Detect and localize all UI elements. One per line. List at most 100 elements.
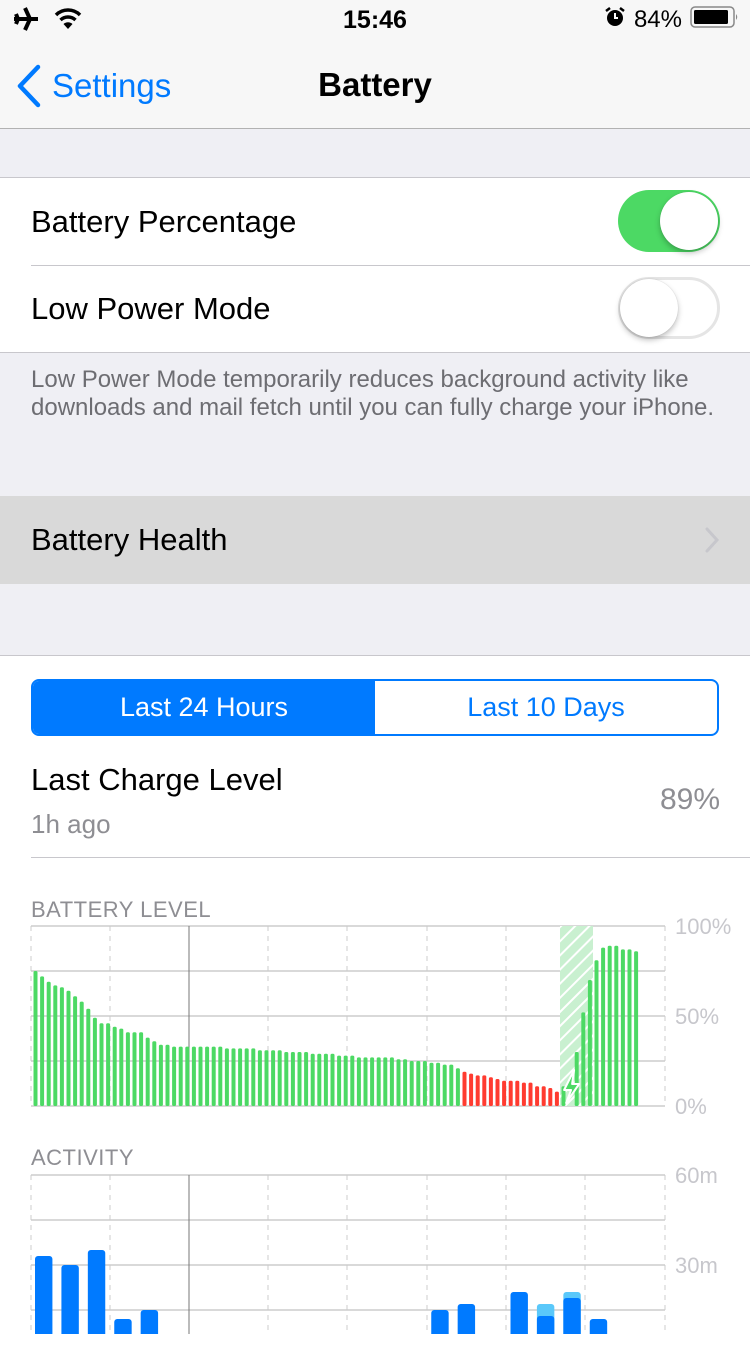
battery-level-bar [449, 1064, 454, 1106]
battery-level-bar [429, 1062, 434, 1106]
low-power-mode-label: Low Power Mode [31, 290, 271, 326]
battery-level-bar [587, 980, 592, 1106]
battery-level-bar [152, 1041, 157, 1106]
toggle-knob [660, 192, 718, 250]
battery-level-bar [541, 1086, 546, 1106]
status-bar: 15:46 84% [0, 0, 750, 40]
battery-percent-text: 84% [633, 5, 682, 33]
battery-level-bar [112, 1026, 117, 1106]
battery-level-bar [317, 1053, 322, 1106]
battery-level-bar [389, 1057, 394, 1106]
battery-level-bar [224, 1048, 229, 1106]
battery-level-bar [158, 1044, 163, 1106]
battery-level-bar [271, 1050, 276, 1106]
battery-level-bar [205, 1046, 210, 1106]
battery-level-bar [614, 945, 619, 1106]
activity-bar-screen-on [536, 1316, 555, 1334]
battery-level-bar [634, 951, 639, 1106]
battery-level-bar [172, 1046, 177, 1106]
battery-level-bar [370, 1057, 375, 1106]
battery-level-bar [244, 1048, 249, 1106]
battery-level-bar [218, 1046, 223, 1106]
battery-level-bar [462, 1071, 467, 1106]
battery-level-bar [620, 949, 625, 1106]
activity-bar-screen-on [563, 1298, 581, 1334]
battery-level-bar [601, 947, 606, 1106]
battery-level-bar [125, 1032, 130, 1106]
battery-level-bar [119, 1028, 124, 1106]
battery-level-bar [284, 1052, 289, 1106]
battery-level-bar [323, 1053, 328, 1106]
battery-level-bar [482, 1075, 487, 1106]
tab-last-24-hours[interactable]: Last 24 Hours [33, 681, 375, 734]
chevron-right-icon [705, 527, 720, 553]
battery-level-bar [73, 996, 78, 1106]
activity-bar-screen-on [61, 1265, 79, 1334]
battery-level-bar [79, 1001, 84, 1106]
battery-level-bar [191, 1046, 196, 1106]
activity-bar-screen-on [431, 1310, 449, 1334]
battery-level-bar [376, 1057, 381, 1106]
last-charge-value: 89% [659, 783, 720, 816]
battery-level-bar [337, 1055, 342, 1106]
battery-level-bar [416, 1061, 421, 1106]
low-power-mode-toggle[interactable] [618, 277, 720, 339]
battery-level-bar [548, 1088, 553, 1106]
last-charge-time: 1h ago [31, 809, 111, 839]
navigation-bar: Settings Battery [0, 40, 750, 129]
battery-level-bar [231, 1048, 236, 1106]
divider [31, 857, 750, 858]
battery-level-bar [59, 987, 64, 1106]
battery-level-bar [363, 1057, 368, 1106]
battery-level-bar [442, 1064, 447, 1106]
battery-level-bar [574, 1052, 579, 1106]
battery-level-bar [508, 1080, 513, 1106]
battery-level-bar [257, 1050, 262, 1106]
time-range-segmented-control: Last 24 Hours Last 10 Days [31, 679, 719, 736]
battery-level-bar [277, 1050, 282, 1106]
battery-level-bar [469, 1073, 474, 1106]
low-power-mode-footer: Low Power Mode temporarily reduces backg… [31, 366, 715, 421]
battery-level-bar [297, 1052, 302, 1106]
battery-health-row[interactable]: Battery Health [0, 496, 750, 584]
battery-level-bar [53, 985, 58, 1106]
battery-level-bar [607, 945, 612, 1106]
battery-level-bar [581, 1012, 586, 1106]
activity-bar-screen-on [589, 1319, 608, 1334]
battery-level-bar [475, 1075, 480, 1106]
battery-percentage-toggle[interactable] [618, 190, 720, 252]
battery-level-bar [178, 1046, 183, 1106]
battery-level-bar [211, 1046, 216, 1106]
battery-level-bar [33, 971, 38, 1106]
battery-level-bar [455, 1068, 460, 1106]
battery-level-bar [165, 1044, 170, 1106]
battery-level-bar [495, 1079, 500, 1106]
low-power-mode-row: Low Power Mode [0, 265, 750, 352]
battery-health-group: Battery Health [0, 496, 750, 584]
activity-bar-screen-on [510, 1292, 528, 1334]
battery-level-bar [350, 1055, 355, 1106]
battery-level-bar [488, 1077, 493, 1106]
battery-level-bar [46, 981, 51, 1106]
battery-level-bar [264, 1050, 269, 1106]
battery-level-bar [396, 1059, 401, 1106]
battery-level-bar [106, 1023, 111, 1106]
battery-level-bar [86, 1008, 91, 1106]
toggle-knob [620, 279, 678, 337]
battery-level-bar [356, 1057, 361, 1106]
battery-health-label: Battery Health [31, 522, 228, 557]
battery-level-bar [40, 976, 45, 1106]
battery-level-bar [198, 1046, 203, 1106]
tab-last-10-days[interactable]: Last 10 Days [375, 681, 717, 734]
battery-level-bar [502, 1080, 507, 1106]
battery-icon [690, 5, 740, 34]
battery-level-bar [145, 1037, 150, 1106]
battery-level-bar [290, 1052, 295, 1106]
battery-level-bar [383, 1057, 388, 1106]
battery-level-bar [436, 1062, 441, 1106]
battery-percentage-row: Battery Percentage [0, 178, 750, 265]
battery-level-bar [554, 1091, 559, 1106]
activity-bar-screen-on [87, 1250, 106, 1334]
battery-settings-group: Battery Percentage Low Power Mode [0, 177, 750, 353]
battery-level-bar [343, 1055, 348, 1106]
